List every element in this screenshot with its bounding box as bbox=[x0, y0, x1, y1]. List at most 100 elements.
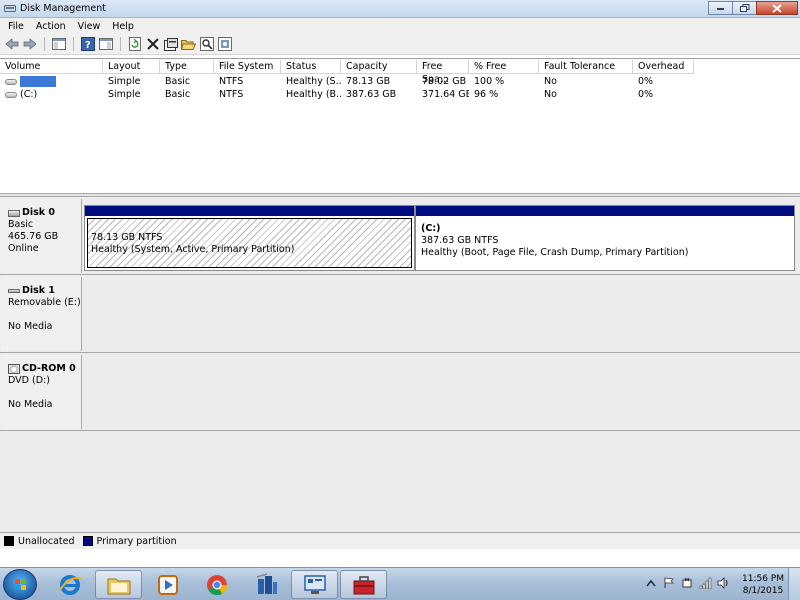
taskbar-media-player[interactable] bbox=[144, 570, 191, 599]
show-hide-console-tree-icon[interactable] bbox=[50, 36, 67, 53]
volume-icon[interactable] bbox=[716, 576, 730, 590]
toolbar-separator bbox=[73, 37, 74, 51]
delete-icon[interactable] bbox=[144, 36, 161, 53]
disk-name-label: Disk 1 bbox=[22, 285, 56, 296]
taskbar-chrome[interactable] bbox=[193, 570, 240, 599]
volume-row[interactable]: (C:) Simple Basic NTFS Healthy (B... 387… bbox=[0, 88, 700, 101]
partition-c[interactable]: (C:) 387.63 GB NTFS Healthy (Boot, Page … bbox=[415, 205, 795, 271]
column-header-type[interactable]: Type bbox=[160, 60, 214, 74]
clock[interactable]: 11:56 PM 8/1/2015 bbox=[742, 573, 784, 597]
svg-text:?: ? bbox=[85, 40, 91, 51]
column-header-percent-free[interactable]: % Free bbox=[469, 60, 539, 74]
overhead-cell: 0% bbox=[638, 76, 654, 87]
column-header-status[interactable]: Status bbox=[281, 60, 341, 74]
legend-swatch bbox=[82, 536, 93, 546]
column-header-free-space[interactable]: Free Spa... bbox=[417, 60, 469, 85]
column-header-overhead[interactable]: Overhead bbox=[633, 60, 694, 74]
volume-row[interactable]: Simple Basic NTFS Healthy (S... 78.13 GB… bbox=[0, 75, 700, 88]
forward-icon[interactable] bbox=[21, 36, 38, 53]
free-space-cell: 78.02 GB bbox=[422, 76, 467, 87]
column-header-capacity[interactable]: Capacity bbox=[341, 60, 417, 74]
clock-date: 8/1/2015 bbox=[742, 586, 784, 596]
remote-desktop-icon bbox=[303, 574, 326, 594]
start-button[interactable] bbox=[3, 569, 37, 600]
disk-status: No Media bbox=[8, 321, 53, 332]
taskbar-internet-explorer[interactable] bbox=[46, 570, 93, 599]
show-hide-action-pane-icon[interactable] bbox=[97, 36, 114, 53]
column-header-file-system[interactable]: File System bbox=[214, 60, 281, 74]
restore-button[interactable] bbox=[732, 1, 757, 15]
partition-status: Healthy (System, Active, Primary Partiti… bbox=[91, 244, 295, 255]
status-cell: Healthy (B... bbox=[286, 89, 341, 100]
layout-cell: Simple bbox=[108, 76, 141, 87]
menu-action[interactable]: Action bbox=[30, 21, 72, 32]
disk-type: DVD (D:) bbox=[8, 375, 50, 386]
fault-tolerance-cell: No bbox=[544, 89, 557, 100]
properties-icon[interactable] bbox=[162, 36, 179, 53]
open-folder-icon[interactable] bbox=[180, 36, 197, 53]
disk-map: Disk 0 Basic 465.76 GB Online 78.13 GB N… bbox=[0, 197, 800, 532]
legend-label: Unallocated bbox=[18, 535, 75, 547]
menu-bar: File Action View Help bbox=[0, 18, 800, 34]
toolbar-separator bbox=[120, 37, 121, 51]
disk-size: 465.76 GB bbox=[8, 231, 59, 242]
media-player-icon bbox=[157, 574, 178, 595]
settings-icon[interactable] bbox=[216, 36, 233, 53]
volume-icon bbox=[5, 78, 17, 85]
disk-empty-area bbox=[83, 355, 796, 429]
disk-type: Removable (E:) bbox=[8, 297, 81, 308]
legend-bar: Unallocated Primary partition bbox=[0, 532, 800, 549]
capacity-cell: 78.13 GB bbox=[346, 76, 391, 87]
column-header-volume[interactable]: Volume bbox=[0, 60, 103, 74]
column-header-layout[interactable]: Layout bbox=[103, 60, 160, 74]
disk-row: CD-ROM 0 DVD (D:) No Media bbox=[0, 353, 800, 431]
power-icon[interactable] bbox=[680, 576, 694, 590]
overhead-cell: 0% bbox=[638, 89, 654, 100]
partition-body: (C:) 387.63 GB NTFS Healthy (Boot, Page … bbox=[418, 218, 792, 268]
menu-view[interactable]: View bbox=[72, 21, 107, 32]
column-header-fault-tolerance[interactable]: Fault Tolerance bbox=[539, 60, 633, 74]
disk-info[interactable]: Disk 1 Removable (E:) No Media bbox=[1, 277, 82, 351]
help-icon[interactable]: ? bbox=[79, 36, 96, 53]
close-button[interactable] bbox=[756, 1, 798, 15]
volume-name bbox=[20, 76, 56, 87]
taskbar-toolbox[interactable] bbox=[340, 570, 387, 599]
partition-body: 78.13 GB NTFS Healthy (System, Active, P… bbox=[87, 218, 412, 268]
type-cell: Basic bbox=[165, 89, 191, 100]
taskbar-network-app[interactable] bbox=[242, 570, 289, 599]
cd-rom-icon bbox=[8, 364, 20, 374]
taskbar-windows-explorer[interactable] bbox=[95, 570, 142, 599]
partition-bar bbox=[85, 206, 414, 216]
show-desktop-button[interactable] bbox=[788, 568, 800, 600]
partition-size: 78.13 GB NTFS bbox=[91, 232, 163, 243]
flag-icon[interactable] bbox=[662, 576, 676, 590]
clock-time: 11:56 PM bbox=[742, 574, 784, 584]
title-bar[interactable]: Disk Management bbox=[0, 0, 800, 18]
folder-icon bbox=[107, 578, 130, 594]
toolbox-icon bbox=[353, 575, 374, 594]
menu-file[interactable]: File bbox=[2, 21, 30, 32]
show-hidden-icons-icon[interactable] bbox=[644, 576, 658, 590]
disk-row: Disk 0 Basic 465.76 GB Online 78.13 GB N… bbox=[0, 197, 800, 275]
free-space-cell: 371.64 GB bbox=[422, 89, 469, 100]
file-system-cell: NTFS bbox=[219, 89, 244, 100]
partition-status: Healthy (Boot, Page File, Crash Dump, Pr… bbox=[421, 247, 689, 258]
removable-disk-icon bbox=[8, 289, 20, 293]
disk-row: Disk 1 Removable (E:) No Media bbox=[0, 275, 800, 353]
minimize-button[interactable] bbox=[708, 1, 733, 15]
legend-swatch bbox=[4, 536, 14, 546]
taskbar-remote-desktop[interactable] bbox=[291, 570, 338, 599]
system-tray bbox=[640, 576, 730, 590]
menu-help[interactable]: Help bbox=[106, 21, 140, 32]
back-icon[interactable] bbox=[3, 36, 20, 53]
partition-label: (C:) bbox=[421, 223, 441, 234]
disk-info[interactable]: CD-ROM 0 DVD (D:) No Media bbox=[1, 355, 82, 429]
disk-info[interactable]: Disk 0 Basic 465.76 GB Online bbox=[1, 199, 82, 273]
capacity-cell: 387.63 GB bbox=[346, 89, 397, 100]
refresh-icon[interactable] bbox=[126, 36, 143, 53]
partition-system[interactable]: 78.13 GB NTFS Healthy (System, Active, P… bbox=[84, 205, 415, 271]
chrome-icon bbox=[206, 574, 227, 595]
network-signal-icon[interactable] bbox=[698, 576, 712, 590]
network-app-icon bbox=[256, 572, 277, 594]
search-icon[interactable] bbox=[198, 36, 215, 53]
